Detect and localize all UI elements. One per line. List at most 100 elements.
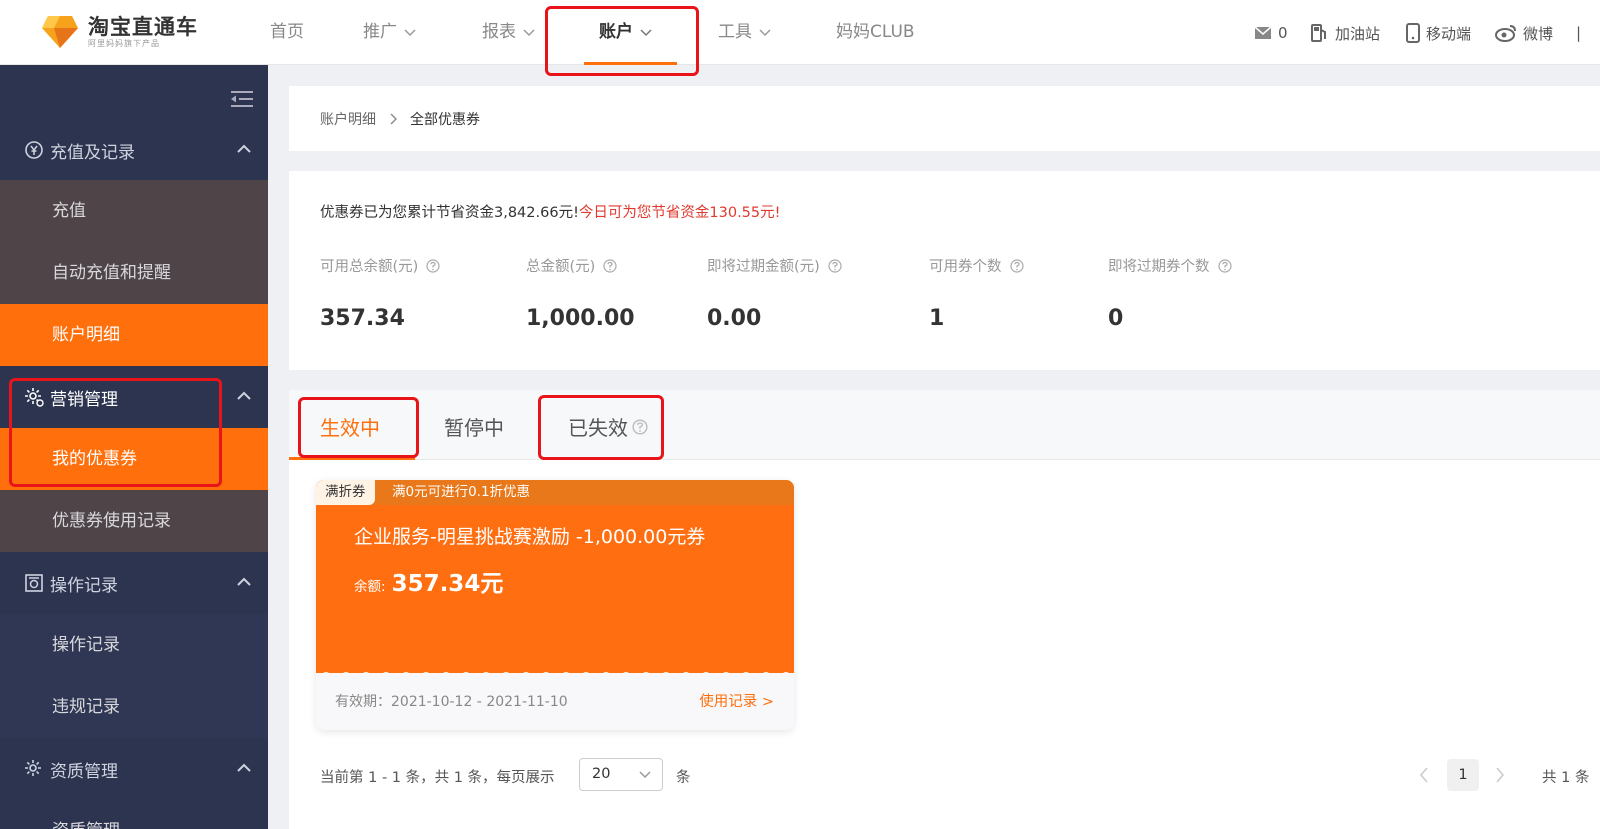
gear-marketing-icon (25, 388, 44, 407)
breadcrumb-current: 全部优惠券 (410, 111, 480, 128)
help-icon[interactable] (632, 418, 648, 435)
pagination-total: 共 1 条 (1542, 770, 1590, 786)
coupon-status-tabs: 生效中 暂停中 已失效 (289, 390, 1600, 460)
coupon-balance: 余额: 357.34元 (354, 564, 503, 598)
chevron-right-icon[interactable] (1493, 766, 1507, 784)
chevron-up-icon (237, 763, 251, 772)
mobile-phone-icon (1406, 23, 1420, 43)
nav-home-label: 首页 (270, 22, 304, 42)
sidebar-group-operations[interactable]: 操作记录 (0, 552, 268, 614)
saving-total-text: 优惠券已为您累计节省资金3,842.66元! (320, 205, 579, 221)
nav-tools-label: 工具 (718, 22, 752, 42)
mobile-link[interactable]: 移动端 (1406, 22, 1471, 44)
tab-label: 已失效 (568, 416, 628, 440)
help-icon[interactable] (603, 258, 617, 273)
nav-account-label: 账户 (599, 22, 633, 42)
sidebar-item-violation-log[interactable]: 违规记录 (0, 676, 268, 738)
sidebar-item-coupon-usage[interactable]: 优惠券使用记录 (0, 490, 268, 552)
saving-message: 优惠券已为您累计节省资金3,842.66元!今日可为您节省资金130.55元! (320, 201, 780, 222)
tab-label: 生效中 (320, 416, 380, 440)
tab-expired[interactable]: 已失效 (568, 412, 648, 441)
pagination-info: 当前第 1 - 1 条，共 1 条，每页展示 (320, 770, 555, 786)
coupon-balance-value: 357.34元 (391, 571, 504, 597)
nav-tools[interactable]: 工具 (718, 0, 772, 64)
gear-qualification-icon (25, 760, 41, 776)
sidebar-item-my-coupons[interactable]: 我的优惠券 (0, 428, 268, 490)
coupon-card[interactable]: 满折券 满0元可进行0.1折优惠 企业服务-明星挑战赛激励 -1,000.00元… (316, 480, 794, 730)
sidebar-item-qualification[interactable]: 资质管理 (0, 800, 268, 829)
stat-available-balance: 可用总余额(元) 357.34 (320, 255, 440, 331)
nav-divider: | (1576, 22, 1581, 44)
coupon-card-footer: 有效期：2021-10-12 - 2021-11-10 使用记录 > (316, 673, 794, 730)
nav-account[interactable]: 账户 (599, 0, 653, 64)
nav-promotion[interactable]: 推广 (363, 0, 417, 64)
sidebar-item-auto-recharge[interactable]: 自动充值和提醒 (0, 242, 268, 304)
coupon-type-tag: 满折券 (316, 480, 375, 505)
stat-label: 即将过期金额(元) (707, 259, 820, 275)
sidebar-group-recharge[interactable]: 充值及记录 (0, 119, 268, 181)
help-icon[interactable] (1009, 258, 1024, 273)
sidebar-item-recharge[interactable]: 充值 (0, 180, 268, 242)
page-size-select[interactable]: 20 (579, 758, 663, 791)
tab-label: 暂停中 (444, 416, 504, 440)
chevron-down-icon (639, 771, 651, 779)
sidebar-group-qualification[interactable]: 资质管理 (0, 738, 268, 800)
coupon-list-panel: 生效中 暂停中 已失效 满折券 满0元可进行0.1折优惠 企业服务-明星挑战赛激… (289, 390, 1600, 829)
yen-circle-icon (25, 141, 43, 159)
stat-expiring-amount: 即将过期金额(元) 0.00 (707, 255, 842, 331)
stat-value: 357.34 (320, 306, 405, 331)
help-icon[interactable] (1217, 258, 1232, 273)
weibo-link[interactable]: 微博 (1495, 22, 1553, 44)
page-number-button[interactable]: 1 (1447, 759, 1479, 791)
brand-logo[interactable]: 淘宝直通车 阿里妈妈旗下产品 (40, 14, 198, 50)
help-icon[interactable] (828, 258, 842, 273)
messages-button[interactable]: 0 (1254, 22, 1288, 44)
chevron-down-icon (640, 29, 652, 37)
stat-label: 总金额(元) (526, 259, 596, 275)
chevron-down-icon (759, 29, 771, 37)
gas-station-link[interactable]: 加油站 (1309, 22, 1380, 44)
stat-total-amount: 总金额(元) 1,000.00 (526, 255, 635, 331)
gas-station-icon (1311, 24, 1326, 42)
sidebar-group-label: 资质管理 (50, 761, 118, 782)
top-navigation-bar: 淘宝直通车 阿里妈妈旗下产品 首页 推广 报表 账户 工具 妈妈CLUB 0 加… (0, 0, 1600, 65)
nav-reports[interactable]: 报表 (482, 0, 536, 64)
breadcrumb: 账户明细 全部优惠券 (289, 86, 1600, 151)
sidebar-item-account-detail[interactable]: 账户明细 (0, 304, 268, 366)
sidebar-item-operation-log[interactable]: 操作记录 (0, 614, 268, 676)
nav-mama-club-label: 妈妈CLUB (836, 22, 915, 42)
logo-mark-icon (40, 14, 80, 50)
stat-value: 0 (1108, 306, 1124, 331)
chevron-left-icon[interactable] (1417, 766, 1431, 784)
sidebar-group-marketing[interactable]: 营销管理 (0, 366, 268, 428)
collapse-menu-icon[interactable] (230, 89, 254, 109)
nav-reports-label: 报表 (482, 22, 516, 42)
brand-title: 淘宝直通车 (88, 14, 198, 39)
stat-value: 1,000.00 (526, 306, 635, 331)
chevron-down-icon (523, 29, 535, 37)
active-nav-indicator (584, 62, 677, 65)
breadcrumb-parent-link[interactable]: 账户明细 (320, 109, 376, 129)
coupon-usage-record-link[interactable]: 使用记录 > (699, 690, 774, 711)
sidebar-group-label: 营销管理 (50, 389, 118, 410)
sidebar-group-label: 充值及记录 (50, 142, 135, 163)
record-icon (25, 574, 43, 592)
page-size-value: 20 (592, 766, 611, 782)
stat-label: 可用总余额(元) (320, 259, 419, 275)
chevron-right-icon (390, 113, 397, 124)
mail-icon (1254, 26, 1272, 39)
help-icon[interactable] (426, 258, 440, 273)
coupon-summary-panel: 优惠券已为您累计节省资金3,842.66元!今日可为您节省资金130.55元! … (289, 171, 1600, 370)
stat-expiring-count: 即将过期券个数 0 (1108, 255, 1232, 331)
tab-paused[interactable]: 暂停中 (444, 412, 504, 441)
weibo-icon (1495, 25, 1516, 42)
sidebar: 充值及记录 充值 自动充值和提醒 账户明细 营销管理 我的优惠券 优惠券使用记录… (0, 65, 268, 829)
stat-value: 1 (929, 306, 945, 331)
nav-home[interactable]: 首页 (270, 0, 304, 64)
stat-value: 0.00 (707, 306, 762, 331)
pagination: 当前第 1 - 1 条，共 1 条，每页展示 20 条 1 共 1 条 (289, 758, 1600, 794)
stat-label: 即将过期券个数 (1108, 259, 1210, 275)
nav-mama-club[interactable]: 妈妈CLUB (836, 0, 915, 64)
tab-active[interactable]: 生效中 (320, 412, 380, 441)
coupon-band (316, 480, 794, 505)
